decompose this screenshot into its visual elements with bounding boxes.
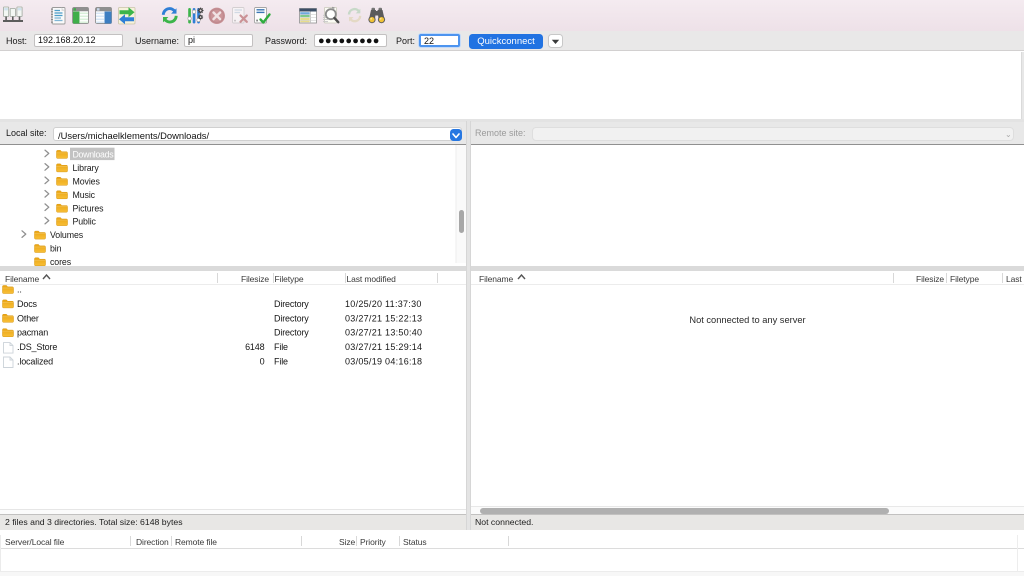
svg-text:03/05/19 04:16:18: 03/05/19 04:16:18 bbox=[345, 357, 422, 367]
svg-text:pacman: pacman bbox=[17, 328, 48, 338]
svg-text:Directory: Directory bbox=[274, 328, 309, 338]
svg-text:Downloads: Downloads bbox=[73, 150, 115, 160]
svg-text:Public: Public bbox=[73, 217, 97, 227]
svg-text:Library: Library bbox=[73, 163, 100, 173]
svg-text:03/27/21 13:50:40: 03/27/21 13:50:40 bbox=[345, 328, 422, 338]
svg-text:.DS_Store: .DS_Store bbox=[17, 342, 57, 352]
svg-text:Pictures: Pictures bbox=[73, 203, 105, 213]
svg-text:Music: Music bbox=[73, 190, 96, 200]
svg-text:10/25/20 11:37:30: 10/25/20 11:37:30 bbox=[345, 299, 422, 309]
svg-text:6148: 6148 bbox=[245, 342, 265, 352]
svg-text:File: File bbox=[274, 357, 288, 367]
svg-text:Movies: Movies bbox=[73, 176, 101, 186]
svg-text:Directory: Directory bbox=[274, 313, 309, 323]
svg-text:..: .. bbox=[17, 285, 22, 295]
svg-text:0: 0 bbox=[260, 357, 265, 367]
svg-text:.localized: .localized bbox=[17, 357, 53, 367]
svg-text:bin: bin bbox=[50, 244, 62, 254]
svg-text:03/27/21 15:29:14: 03/27/21 15:29:14 bbox=[345, 342, 422, 352]
svg-text:Docs: Docs bbox=[17, 299, 38, 309]
svg-text:Directory: Directory bbox=[274, 299, 309, 309]
svg-text:03/27/21 15:22:13: 03/27/21 15:22:13 bbox=[345, 313, 422, 323]
svg-text:Volumes: Volumes bbox=[50, 230, 84, 240]
svg-text:Other: Other bbox=[17, 313, 39, 323]
svg-text:File: File bbox=[274, 342, 288, 352]
